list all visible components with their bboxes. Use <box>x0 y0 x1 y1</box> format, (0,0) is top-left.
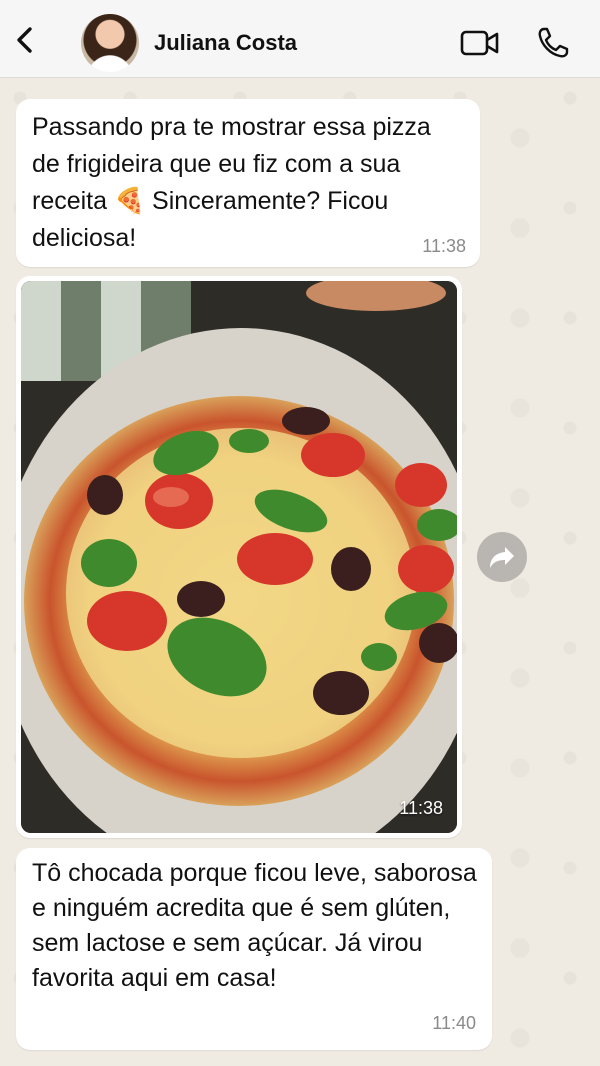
incoming-image-message[interactable]: 11:38 <box>16 276 462 838</box>
pizza-image <box>21 281 457 833</box>
incoming-message[interactable]: Tô chocada porque ficou leve, saborosa e… <box>16 848 492 1050</box>
forward-button[interactable] <box>477 532 527 582</box>
message-text: Tô chocada porque ficou leve, saborosa e… <box>32 859 477 992</box>
chevron-left-icon <box>17 27 32 53</box>
message-time: 11:38 <box>422 236 466 256</box>
avatar[interactable] <box>81 14 139 72</box>
pizza-photo[interactable]: 11:38 <box>21 281 457 833</box>
chat-header: Juliana Costa <box>0 0 600 78</box>
phone-icon <box>538 27 569 58</box>
incoming-message[interactable]: Passando pra te mostrar essa pizza de fr… <box>16 99 480 267</box>
forward-icon <box>490 547 514 568</box>
video-camera-icon <box>460 30 499 56</box>
contact-name[interactable]: Juliana Costa <box>154 30 297 56</box>
message-text: Passando pra te mostrar essa pizza de fr… <box>32 113 431 252</box>
back-button[interactable] <box>12 24 40 56</box>
voice-call-button[interactable] <box>536 26 570 60</box>
video-call-button[interactable] <box>460 28 500 58</box>
message-time: 11:40 <box>432 1013 476 1033</box>
message-time: 11:38 <box>399 798 443 818</box>
